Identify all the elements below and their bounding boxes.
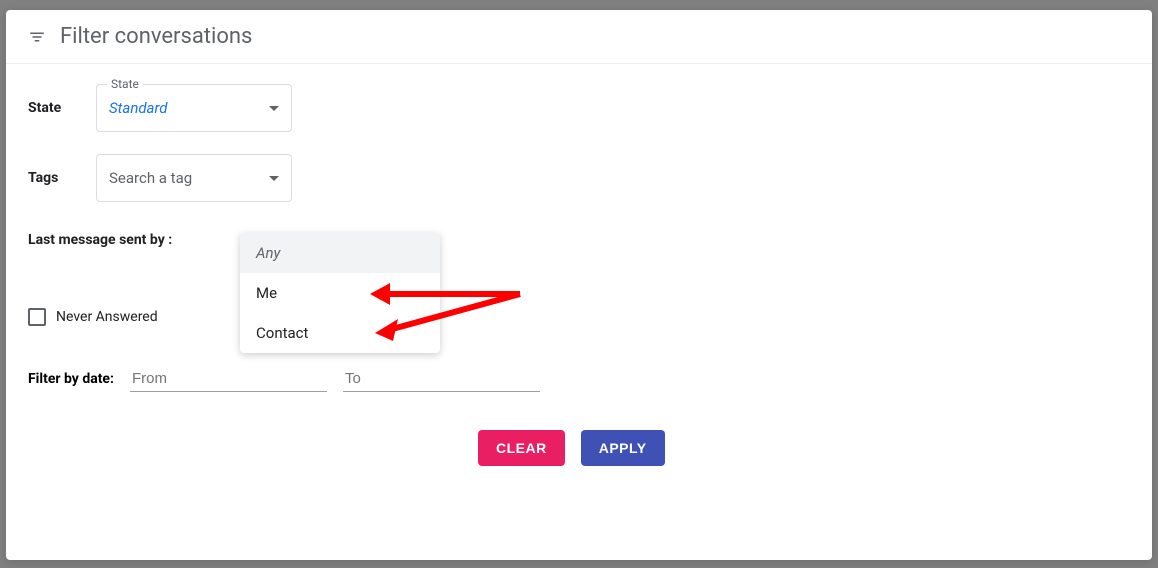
date-to-input[interactable] — [343, 366, 540, 392]
state-top-label: State — [107, 77, 143, 91]
dropdown-option-me[interactable]: Me — [240, 273, 440, 313]
never-answered-checkbox[interactable] — [28, 308, 46, 326]
tags-row: Tags Search a tag — [28, 154, 1130, 202]
clear-button[interactable]: CLEAR — [478, 430, 565, 466]
modal-content: State State Standard Tags Search a tag L… — [6, 64, 1152, 486]
button-row: CLEAR APPLY — [478, 430, 1130, 466]
tags-placeholder: Search a tag — [109, 169, 192, 187]
state-dropdown[interactable]: State Standard — [96, 84, 292, 132]
dropdown-option-contact[interactable]: Contact — [240, 313, 440, 353]
never-answered-row: Never Answered — [28, 308, 1130, 326]
state-label: State — [28, 100, 96, 116]
tags-dropdown[interactable]: Search a tag — [96, 154, 292, 202]
never-answered-label: Never Answered — [56, 309, 158, 325]
modal-header: Filter conversations — [6, 10, 1152, 64]
last-message-dropdown-menu: Any Me Contact — [240, 233, 440, 353]
chevron-down-icon — [269, 176, 279, 181]
last-message-row: Last message sent by : — [28, 232, 1130, 248]
tags-label: Tags — [28, 170, 96, 186]
dropdown-option-any[interactable]: Any — [240, 233, 440, 273]
filter-date-row: Filter by date: — [28, 366, 1130, 392]
chevron-down-icon — [269, 106, 279, 111]
filter-icon — [28, 28, 46, 46]
filter-date-label: Filter by date: — [28, 371, 114, 387]
apply-button[interactable]: APPLY — [581, 430, 665, 466]
state-value: Standard — [109, 99, 167, 117]
date-from-input[interactable] — [130, 366, 327, 392]
modal-title: Filter conversations — [60, 24, 252, 49]
last-message-label: Last message sent by : — [28, 232, 172, 248]
state-row: State State Standard — [28, 84, 1130, 132]
filter-modal: Filter conversations State State Standar… — [6, 10, 1152, 560]
